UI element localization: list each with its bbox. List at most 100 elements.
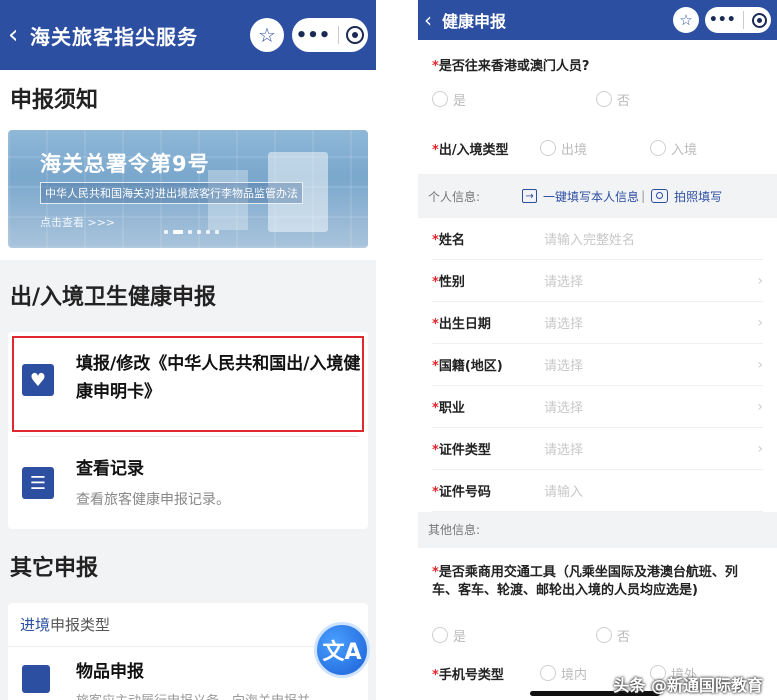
banner-dot (197, 230, 201, 234)
transport-options: 是 否 (418, 600, 777, 658)
autofill-group: → 一键填写本人信息 | 拍照填写 (522, 188, 722, 205)
field-label: 出生日期 (438, 317, 491, 332)
goods-list-icon (22, 665, 50, 693)
entry-type-label-wrap: *出/入境类型 (432, 139, 540, 158)
photo-fill-link[interactable]: 拍照填写 (674, 188, 722, 205)
field-label: 证件类型 (438, 443, 491, 458)
transport-label: 是否乘商用交通工具（凡乘坐国际及港澳台航班、列车、客车、轮渡、邮轮出入境的人员均… (432, 565, 738, 598)
chevron-right-icon: › (757, 272, 763, 289)
banner-view-link[interactable]: 点击查看 >>> (40, 214, 115, 230)
hk-yes-radio[interactable]: 是 (432, 90, 596, 109)
entry-type-row: *出/入境类型 出境 入境 (418, 122, 777, 174)
field-label-wrap: *姓名 (432, 229, 544, 248)
hk-no-radio[interactable]: 否 (596, 90, 630, 109)
radio-circle (596, 627, 612, 643)
chevron-right-icon: › (757, 440, 763, 457)
form-field-row[interactable]: *国籍(地区) 请选择 › (432, 344, 763, 386)
close-miniprogram-icon[interactable] (752, 12, 768, 28)
back-chevron-icon[interactable]: ‹ (424, 8, 438, 32)
autofill-link[interactable]: 一键填写本人信息 (543, 188, 639, 205)
other-section-title: 其它申报 (10, 556, 99, 581)
view-records-label: 查看记录 (76, 459, 144, 479)
translate-icon[interactable]: 文A (314, 622, 370, 678)
field-label-wrap: *证件号码 (432, 481, 544, 500)
fill-health-card-item[interactable]: ♥ 填报/修改《中华人民共和国出/入境健康申明卡》 (8, 332, 368, 436)
field-label: 国籍(地区) (438, 359, 503, 374)
declare-type-text: 申报类型 (50, 616, 111, 634)
form-field-row[interactable]: *出生日期 请选择 › (432, 302, 763, 344)
personal-info-label: 个人信息: (428, 189, 481, 204)
required-mark: * (432, 667, 439, 683)
field-placeholder[interactable]: 请选择 (544, 355, 757, 374)
radio-circle (540, 665, 556, 681)
required-mark: * (432, 233, 439, 248)
transport-question: *是否乘商用交通工具（凡乘坐国际及港澳台航班、列车、客车、轮渡、邮轮出入境的人员… (418, 564, 777, 600)
form-field-row[interactable]: *证件类型 请选择 › (432, 428, 763, 470)
field-placeholder[interactable]: 请输入完整姓名 (544, 229, 763, 248)
notice-section-title: 申报须知 (0, 70, 376, 130)
goods-declare-label: 物品申报 (76, 662, 144, 682)
exit-radio[interactable]: 出境 (540, 139, 650, 158)
view-records-item[interactable]: ☰ 查看记录 查看旅客健康申报记录。 (8, 437, 368, 529)
required-mark: * (432, 443, 439, 458)
navbar-title: 海关旅客指尖服务 (30, 24, 198, 49)
favorite-star-icon[interactable]: ☆ (250, 18, 284, 52)
field-placeholder[interactable]: 请选择 (544, 397, 757, 416)
required-mark: * (432, 142, 439, 158)
more-menu-icon[interactable]: ••• (296, 25, 331, 46)
radio-circle (432, 627, 448, 643)
back-chevron-icon[interactable]: ‹ (8, 22, 26, 48)
more-menu-icon[interactable]: ••• (709, 12, 736, 28)
banner-dot (164, 230, 168, 234)
phone-domestic-label: 境内 (561, 667, 588, 683)
chevron-right-icon: › (757, 314, 763, 331)
radio-circle (650, 140, 666, 156)
hk-no-label: 否 (617, 93, 631, 109)
field-label-wrap: *出生日期 (432, 313, 544, 332)
transport-yes-radio[interactable]: 是 (432, 626, 596, 645)
fill-health-card-label: 填报/修改《中华人民共和国出/入境健康申明卡》 (76, 354, 361, 402)
form-field-row[interactable]: *证件号码 请输入 (432, 470, 763, 512)
field-placeholder[interactable]: 请输入 (544, 481, 763, 500)
field-placeholder[interactable]: 请选择 (544, 439, 757, 458)
entry-type-label: 出/入境类型 (438, 142, 509, 158)
notice-banner[interactable]: 海关总署令第9号 中华人民共和国海关对进出境旅客行李物品监管办法 点击查看 >>… (8, 130, 368, 248)
camera-icon[interactable] (651, 189, 669, 203)
banner-title: 海关总署令第9号 (40, 152, 210, 176)
field-placeholder[interactable]: 请选择 (544, 271, 757, 290)
form-field-row[interactable]: *职业 请选择 › (432, 386, 763, 428)
required-mark: * (432, 565, 439, 580)
hk-macau-question: *是否往来香港或澳门人员? (418, 58, 777, 76)
phone-type-label: 手机号类型 (438, 667, 504, 683)
required-mark: * (432, 317, 439, 332)
record-icon: ☰ (22, 467, 54, 499)
radio-circle (596, 91, 612, 107)
right-phone-screen: ‹ 健康申报 ☆ ••• *是否往来香港或澳门人员? 是 否 *出/入境类型 出… (418, 0, 777, 700)
fill-health-card-text: 填报/修改《中华人民共和国出/入境健康申明卡》 (76, 350, 362, 418)
other-info-header: 其他信息: (418, 512, 777, 548)
capsule-divider (743, 11, 745, 29)
field-label-wrap: *国籍(地区) (432, 355, 544, 374)
autofill-separator: | (641, 189, 646, 203)
banner-dot (215, 230, 219, 234)
field-placeholder[interactable]: 请选择 (544, 313, 757, 332)
declare-type-highlight: 进境 (20, 616, 51, 634)
favorite-star-icon[interactable]: ☆ (673, 7, 699, 33)
transport-no-label: 否 (617, 629, 631, 645)
close-miniprogram-icon[interactable] (346, 26, 365, 44)
field-label: 性别 (438, 275, 465, 290)
right-navbar: ‹ 健康申报 ☆ ••• (418, 0, 777, 40)
declare-type-row[interactable]: 进境申报类型 (8, 603, 368, 647)
view-records-text: 查看记录 查看旅客健康申报记录。 (76, 455, 230, 511)
transport-no-radio[interactable]: 否 (596, 626, 630, 645)
chevron-right-icon: › (757, 398, 763, 415)
miniprogram-capsule: ••• (705, 7, 771, 33)
entry-label: 入境 (671, 142, 698, 158)
form-field-row[interactable]: *姓名 请输入完整姓名 (432, 218, 763, 260)
field-label: 证件号码 (438, 485, 491, 500)
entry-radio[interactable]: 入境 (650, 139, 697, 158)
left-navbar: ‹ 海关旅客指尖服务 ☆ ••• (0, 0, 376, 70)
banner-dot (188, 230, 192, 234)
required-mark: * (432, 59, 439, 74)
form-field-row[interactable]: *性别 请选择 › (432, 260, 763, 302)
